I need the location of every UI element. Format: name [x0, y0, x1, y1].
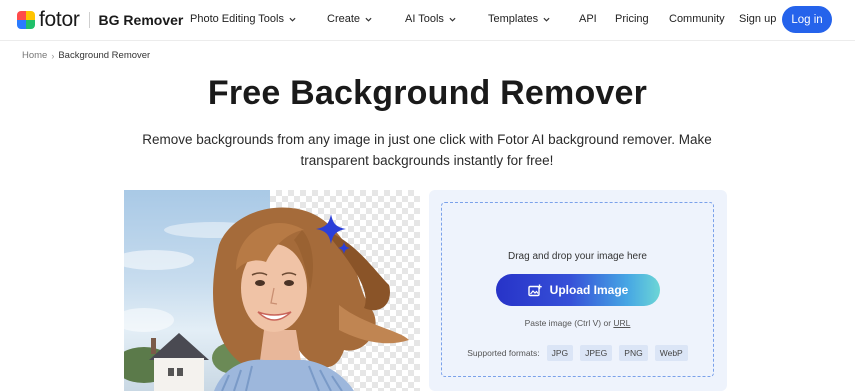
format-badge-jpeg: JPEG: [580, 345, 613, 361]
nav-community[interactable]: Community: [669, 13, 725, 25]
nav-label: Templates: [488, 13, 539, 25]
nav-label: Community: [669, 13, 725, 25]
nav-photo-editing-tools[interactable]: Photo Editing Tools: [190, 13, 296, 25]
breadcrumb: Home › Background Remover: [22, 50, 150, 61]
woman-portrait-illustration: [124, 207, 409, 391]
nav-create[interactable]: Create: [327, 13, 372, 25]
top-nav-bar: fotor BG Remover Photo Editing Tools Cre…: [0, 0, 855, 41]
drag-drop-hint: Drag and drop your image here: [508, 251, 647, 262]
upload-image-label: Upload Image: [549, 283, 629, 297]
breadcrumb-separator: ›: [51, 50, 55, 61]
breadcrumb-current: Background Remover: [58, 50, 151, 61]
nav-api[interactable]: API: [579, 13, 597, 25]
paste-hint-text: Paste image (Ctrl V) or: [524, 318, 614, 328]
chevron-down-icon: [289, 17, 296, 22]
chevron-down-icon: [365, 17, 372, 22]
format-badge-png: PNG: [619, 345, 648, 361]
page-subtitle: Remove backgrounds from any image in jus…: [142, 132, 712, 168]
nav-label: API: [579, 13, 597, 25]
url-link[interactable]: URL: [613, 318, 630, 328]
upload-panel: Drag and drop your image here Upload Ima…: [429, 190, 727, 391]
upload-image-button[interactable]: Upload Image: [496, 274, 660, 306]
breadcrumb-home-link[interactable]: Home: [22, 50, 47, 61]
nav-pricing[interactable]: Pricing: [615, 13, 649, 25]
format-badge-webp: WebP: [654, 345, 688, 361]
formats-label: Supported formats:: [467, 348, 540, 358]
nav-label: AI Tools: [405, 13, 444, 25]
image-dropzone[interactable]: Drag and drop your image here Upload Ima…: [441, 202, 714, 377]
supported-formats: Supported formats: JPG JPEG PNG WebP: [442, 345, 713, 361]
nav-ai-tools[interactable]: AI Tools: [405, 13, 456, 25]
nav-label: Photo Editing Tools: [190, 13, 284, 25]
product-name: BG Remover: [98, 12, 184, 28]
nav-label: Create: [327, 13, 361, 25]
chevron-down-icon: [543, 17, 550, 22]
before-after-demo-image: [124, 190, 420, 391]
brand-name: fotor: [39, 8, 80, 31]
brand-divider: [88, 12, 90, 28]
page-title: Free Background Remover: [207, 74, 648, 112]
brand-logo[interactable]: fotor BG Remover: [17, 8, 184, 31]
fotor-logo-icon: [17, 11, 35, 29]
paste-hint: Paste image (Ctrl V) or URL: [442, 318, 713, 328]
nav-templates[interactable]: Templates: [488, 13, 550, 25]
chevron-down-icon: [449, 17, 456, 22]
nav-label: Pricing: [615, 13, 649, 25]
format-badge-jpg: JPG: [546, 345, 574, 361]
image-upload-icon: [527, 284, 542, 297]
signup-label: Sign up: [739, 13, 777, 25]
login-button[interactable]: Log in: [782, 6, 832, 33]
signup-link[interactable]: Sign up: [739, 13, 776, 25]
